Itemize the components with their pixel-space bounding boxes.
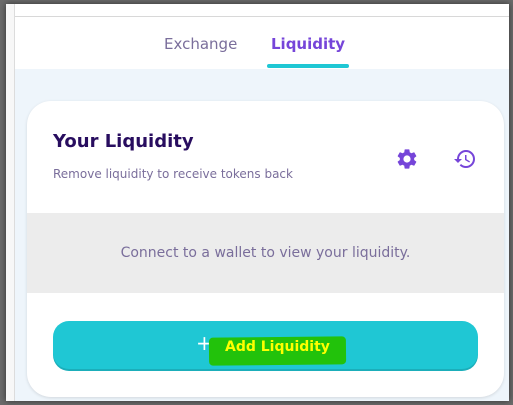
liquidity-card: Your Liquidity Remove liquidity to recei…: [27, 101, 504, 397]
empty-state-panel: Connect to a wallet to view your liquidi…: [27, 213, 504, 293]
add-liquidity-button[interactable]: + Add Liquidity: [53, 321, 478, 371]
card-subtitle: Remove liquidity to receive tokens back: [53, 167, 293, 181]
settings-button[interactable]: [393, 145, 421, 173]
tab-liquidity[interactable]: Liquidity: [271, 35, 345, 53]
card-title: Your Liquidity: [53, 131, 194, 152]
tab-exchange[interactable]: Exchange: [164, 35, 237, 53]
add-liquidity-label: Add Liquidity: [225, 339, 330, 355]
window-top-border: [6, 4, 509, 17]
active-tab-indicator: [267, 64, 349, 68]
app-window: Exchange Liquidity Your Liquidity Remove…: [6, 4, 509, 401]
window-left-border: [6, 4, 15, 401]
gear-icon: [397, 149, 417, 169]
tabs-bar: Exchange Liquidity: [15, 17, 509, 69]
history-button[interactable]: [451, 145, 479, 173]
empty-state-message: Connect to a wallet to view your liquidi…: [120, 245, 411, 261]
history-icon: [454, 150, 475, 168]
